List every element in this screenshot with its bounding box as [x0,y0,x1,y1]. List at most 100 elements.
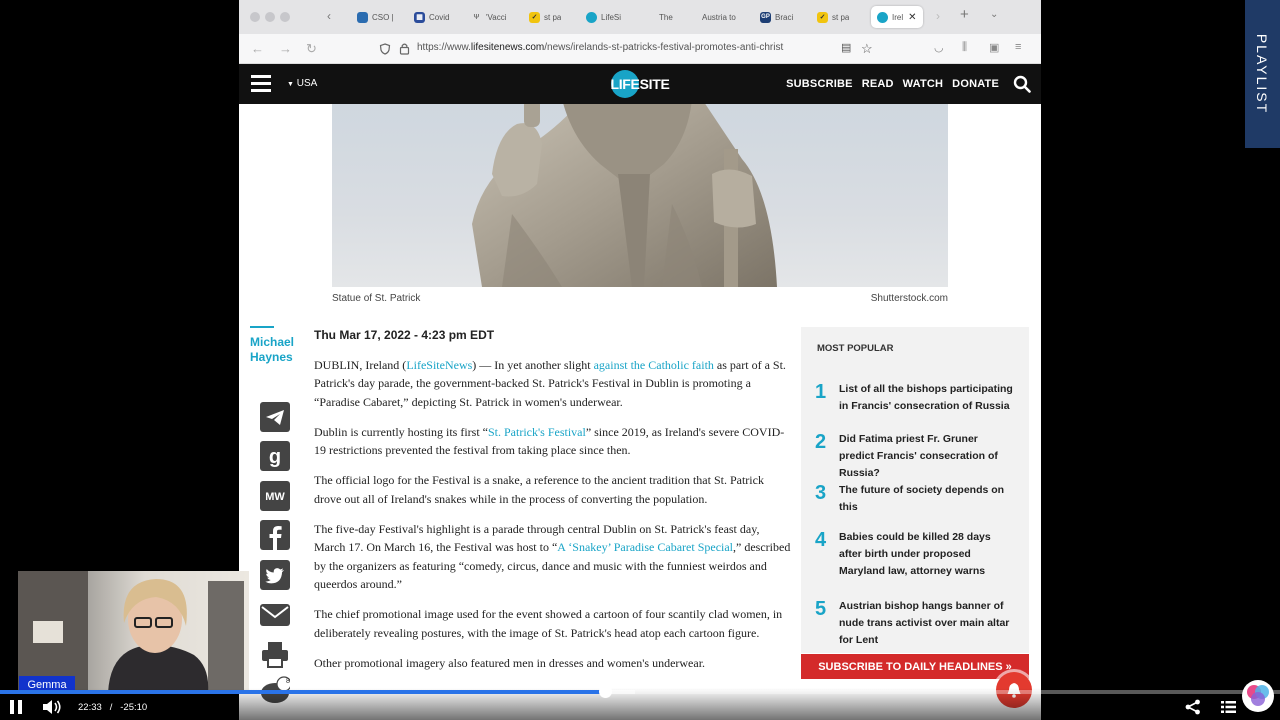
twitter-icon [260,560,290,590]
popular-headline[interactable]: The future of society depends on this [839,482,1015,516]
library-icon[interactable]: ⫼ [962,41,967,54]
browser-tab[interactable]: Ψ 'Vacci [471,6,507,28]
url-prefix: https://www. [417,42,471,53]
progress-played [0,690,606,694]
hamburger-menu-icon[interactable] [251,75,271,92]
reader-view-icon[interactable]: ▤ [841,41,851,54]
site-logo[interactable]: LIFESITE [610,70,670,98]
caption-text: Statue of St. Patrick [332,293,421,304]
pocket-icon[interactable]: ◡ [934,41,944,54]
text: Dublin is currently hosting its first “ [314,424,488,439]
svg-text:MW: MW [265,491,285,503]
article-body: DUBLIN, Ireland (LifeSiteNews) — In yet … [314,356,792,684]
browser-tab[interactable]: Austria to [702,6,736,28]
nav-subscribe-link[interactable]: SUBSCRIBE [786,78,853,90]
popular-item[interactable]: 5 Austrian bishop hangs banner of nude tr… [815,598,1015,649]
tab-favicon-icon [357,11,368,23]
print-button[interactable] [259,638,291,670]
browser-tab[interactable]: ✓ st pa [817,6,849,28]
image-caption: Statue of St. Patrick Shutterstock.com [332,293,948,304]
forward-icon[interactable]: → [279,41,292,56]
lock-icon[interactable] [399,42,410,55]
playlist-label: PLAYLIST [1254,33,1271,115]
image-credit: Shutterstock.com [870,293,948,304]
festival-link[interactable]: St. Patrick's Festival [488,425,586,439]
popular-item[interactable]: 2 Did Fatima priest Fr. Gruner predict Fr… [815,431,1015,482]
popular-item[interactable]: 3 The future of society depends on this [815,482,1015,516]
facebook-share-button[interactable] [259,519,291,551]
window-minimize-button[interactable] [265,12,275,22]
author-link[interactable]: Michael Haynes [250,335,302,365]
channel-logo[interactable] [1242,680,1274,712]
tab-favicon-icon: ✓ [817,11,828,23]
popular-headline[interactable]: Babies could be killed 28 days after bir… [839,529,1015,580]
popular-rank: 3 [815,482,827,504]
paragraph: The chief promotional image used for the… [314,607,783,640]
popular-item[interactable]: 4 Babies could be killed 28 days after bi… [815,529,1015,580]
window-close-button[interactable] [250,12,260,22]
cabaret-link[interactable]: A ‘Snakey’ Paradise Cabaret Special [557,540,733,554]
tab-scroll-right-icon[interactable]: › [936,9,940,23]
browser-tab[interactable]: CSO | [357,6,394,28]
gab-icon: g [260,441,290,471]
paragraph: Other promotional imagery also featured … [314,655,706,670]
comment-count: 8 [286,678,290,685]
paragraph: DUBLIN, Ireland (LifeSiteNews) — In yet … [314,356,792,411]
reload-icon[interactable]: ↻ [306,41,317,57]
twitter-share-button[interactable] [259,559,291,591]
browser-tab[interactable]: The [659,6,673,28]
menu-icon[interactable]: ≡ [1015,41,1021,53]
window-zoom-button[interactable] [280,12,290,22]
nav-watch-link[interactable]: WATCH [903,78,944,90]
back-icon[interactable]: ← [251,41,264,56]
browser-tab[interactable]: GP Braci [760,6,793,28]
subscribe-headlines-button[interactable]: SUBSCRIBE TO DAILY HEADLINES » [801,654,1029,679]
url-bar[interactable]: https://www.lifesitenews.com/news/irelan… [417,42,837,53]
extension-icon[interactable]: ▣ [989,41,999,54]
tab-favicon-icon: GP [760,11,771,23]
popular-rank: 4 [815,529,827,551]
tab-favicon-icon [586,11,597,23]
popular-headline[interactable]: List of all the bishops participating in… [839,381,1015,415]
tab-label: Braci [775,12,794,22]
shield-icon[interactable] [379,43,391,55]
tab-label: st pa [832,12,850,22]
svg-text:g: g [269,446,281,468]
playlist-tab[interactable]: PLAYLIST [1245,0,1280,148]
caret-down-icon: ▼ [287,81,294,88]
popular-rank: 2 [815,431,827,453]
browser-tab-active[interactable]: Irel ✕ [871,6,923,28]
browser-tab[interactable]: LifeSi [586,6,621,28]
tab-label: Covid [429,12,450,22]
mewe-share-button[interactable]: MW [259,480,291,512]
browser-tab[interactable]: ✓ st pa [529,6,561,28]
pause-icon[interactable] [8,699,24,715]
popular-item[interactable]: 1 List of all the bishops participating i… [815,381,1015,415]
facebook-icon [260,520,290,550]
new-tab-icon[interactable]: + [960,6,969,23]
bookmark-star-icon[interactable]: ☆ [861,41,873,57]
share-icon[interactable] [1185,699,1201,715]
tab-list-chevron-down-icon[interactable]: ⌄ [990,9,998,20]
gab-share-button[interactable]: g [259,440,291,472]
email-share-button[interactable] [259,599,291,631]
tab-label: The [659,12,673,22]
catholic-faith-link[interactable]: against the Catholic faith [594,358,714,372]
telegram-share-button[interactable] [259,401,291,433]
search-icon[interactable] [1013,75,1031,93]
nav-read-link[interactable]: READ [862,78,894,90]
tab-scroll-left-icon[interactable]: ‹ [327,9,331,23]
most-popular-title: MOST POPULAR [817,343,894,354]
lifesitenews-link[interactable]: LifeSiteNews [406,358,472,372]
volume-icon[interactable] [42,699,62,715]
time-display: 22:33 / -25:10 [78,702,147,713]
tab-favicon-icon: ✓ [529,11,540,23]
browser-tab[interactable]: ▦ Covid [414,6,449,28]
popular-headline[interactable]: Austrian bishop hangs banner of nude tra… [839,598,1015,649]
popular-headline[interactable]: Did Fatima priest Fr. Gruner predict Fra… [839,431,1015,482]
region-selector[interactable]: ▼ USA [287,78,317,89]
tab-close-icon[interactable]: ✕ [908,12,916,23]
playlist-icon[interactable] [1221,701,1236,713]
paragraph: Dublin is currently hosting its first “S… [314,423,792,460]
nav-donate-link[interactable]: DONATE [952,78,999,90]
